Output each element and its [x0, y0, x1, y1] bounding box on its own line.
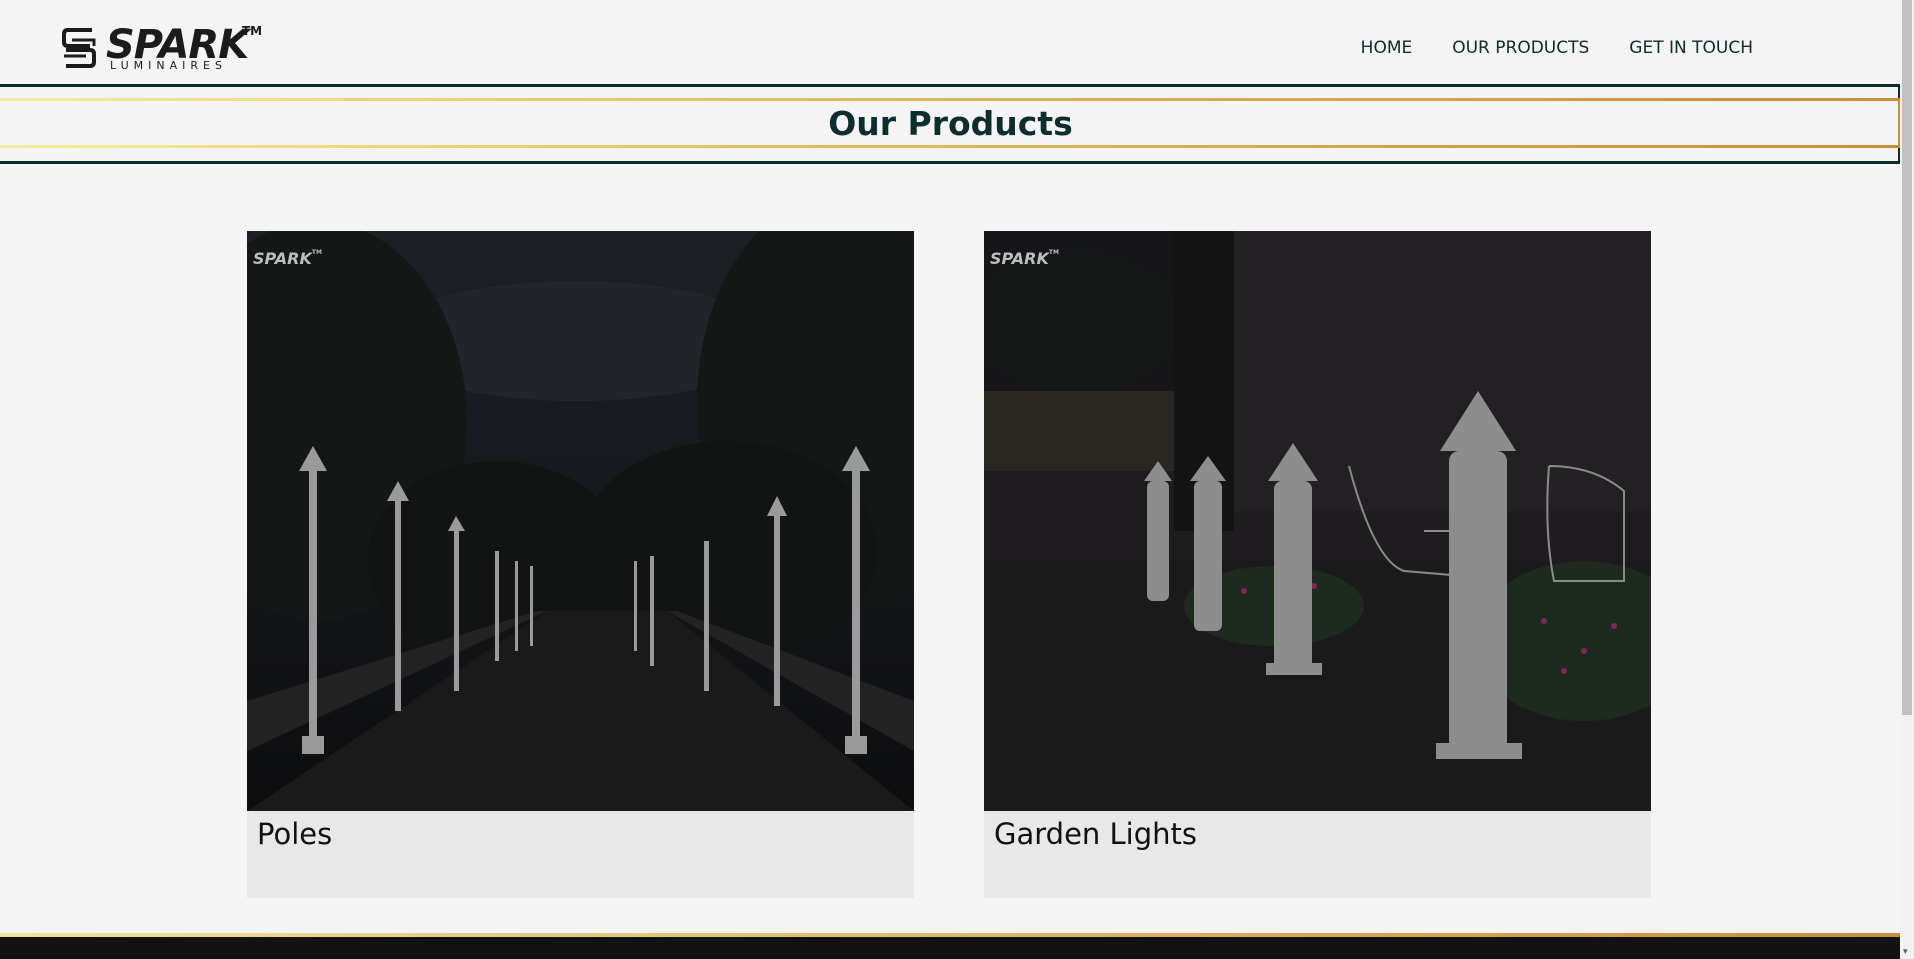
garden-lights-watermark: SPARKTM — [990, 249, 1059, 268]
poles-product-image[interactable]: SPARKTM — [247, 231, 914, 811]
poles-watermark: SPARKTM — [253, 249, 322, 268]
page-title: Our Products — [828, 104, 1073, 143]
logo-subtitle: LUMINAIRES — [110, 59, 227, 72]
garden-lights-photo-illustration — [984, 231, 1651, 811]
site-header: SPARK TM LUMINAIRES HOME OUR PRODUCTS GE… — [0, 0, 1900, 84]
poles-photo-illustration — [247, 231, 914, 811]
page-scrollbar[interactable]: ▾ — [1900, 0, 1914, 959]
spark-logo-mark-icon — [62, 28, 96, 68]
product-card-poles[interactable]: SPARKTM Poles — [247, 231, 914, 898]
main-nav: HOME OUR PRODUCTS GET IN TOUCH — [1361, 38, 1753, 58]
scrollbar-thumb[interactable] — [1902, 0, 1912, 715]
poles-product-label[interactable]: Poles — [257, 817, 332, 851]
product-card-garden-lights[interactable]: SPARKTM Garden Lights — [984, 231, 1651, 898]
page-title-banner: Our Products — [0, 84, 1901, 164]
spark-logo[interactable]: SPARK TM LUMINAIRES — [60, 22, 263, 72]
garden-lights-product-label[interactable]: Garden Lights — [994, 817, 1197, 851]
nav-our-products-link[interactable]: OUR PRODUCTS — [1452, 38, 1589, 58]
logo-trademark: TM — [242, 24, 263, 38]
site-footer — [0, 933, 1901, 959]
nav-get-in-touch-link[interactable]: GET IN TOUCH — [1629, 38, 1753, 58]
scroll-down-arrow-icon[interactable]: ▾ — [1903, 947, 1908, 957]
garden-lights-product-image[interactable]: SPARKTM — [984, 231, 1651, 811]
nav-home-link[interactable]: HOME — [1361, 38, 1413, 58]
